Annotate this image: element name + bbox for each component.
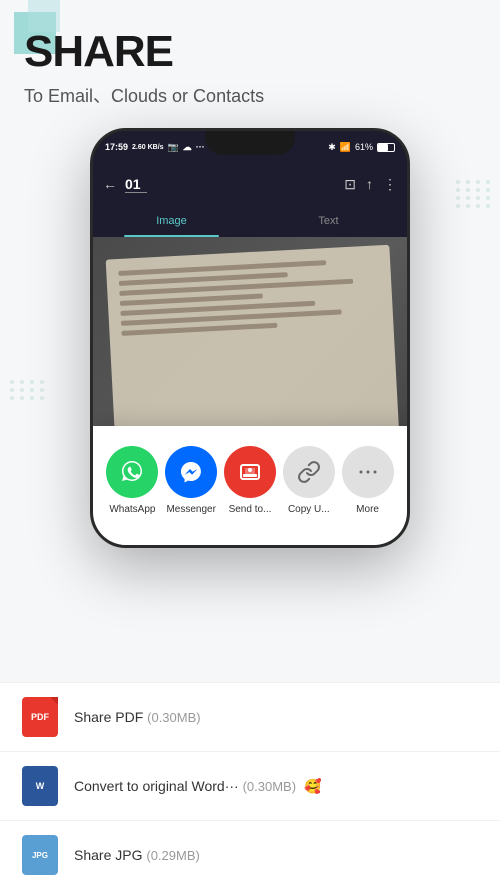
header: SHARE To Email、Clouds or Contacts <box>0 0 500 118</box>
more-icon[interactable]: ⋮ <box>383 176 397 193</box>
whatsapp-label: WhatsApp <box>109 504 155 515</box>
sendto-icon <box>224 446 276 498</box>
messenger-label: Messenger <box>166 504 215 515</box>
share-sheet: WhatsApp Messenger <box>93 426 407 545</box>
phone-container: 17:59 2.60 KB/s 📷 ☁ ··· ✱ 📶 61% ← 01 <box>0 128 500 548</box>
jpg-icon: JPG <box>20 835 60 875</box>
document-area: WhatsApp Messenger <box>93 237 407 545</box>
crop-icon[interactable]: ⊡ <box>344 176 356 193</box>
list-item-word-text: Convert to original Word··· (0.30MB) 🥰 <box>74 778 321 795</box>
more-icon <box>342 446 394 498</box>
app-bar: ← 01 ⊡ ↑ ⋮ <box>93 163 407 205</box>
phone-notch <box>205 131 295 155</box>
more-label: More <box>356 504 379 515</box>
app-bar-right: ⊡ ↑ ⋮ <box>344 176 397 193</box>
whatsapp-icon <box>106 446 158 498</box>
back-icon[interactable]: ← <box>103 176 117 192</box>
page-number: 01 <box>125 176 147 192</box>
page-divider <box>125 192 147 194</box>
bottom-list: PDF Share PDF (0.30MB) W Convert to orig… <box>0 682 500 889</box>
tab-text[interactable]: Text <box>250 205 407 237</box>
list-item-pdf[interactable]: PDF Share PDF (0.30MB) <box>0 682 500 751</box>
share-copy[interactable]: Copy U... <box>283 446 335 515</box>
list-item-pdf-text: Share PDF (0.30MB) <box>74 709 201 725</box>
pdf-icon: PDF <box>20 697 60 737</box>
app-bar-left: ← 01 <box>103 176 147 194</box>
list-item-jpg[interactable]: JPG Share JPG (0.29MB) <box>0 820 500 889</box>
sendto-label: Send to... <box>229 504 272 515</box>
page-title: SHARE <box>24 28 476 76</box>
share-messenger[interactable]: Messenger <box>165 446 217 515</box>
share-icons-row: WhatsApp Messenger <box>103 446 397 515</box>
status-time: 17:59 2.60 KB/s 📷 ☁ ··· <box>105 142 205 153</box>
phone-mockup: 17:59 2.60 KB/s 📷 ☁ ··· ✱ 📶 61% ← 01 <box>90 128 410 548</box>
messenger-icon <box>165 446 217 498</box>
list-item-jpg-text: Share JPG (0.29MB) <box>74 847 200 863</box>
share-whatsapp[interactable]: WhatsApp <box>106 446 158 515</box>
tab-image[interactable]: Image <box>93 205 250 237</box>
page-subtitle: To Email、Clouds or Contacts <box>24 82 476 108</box>
copy-label: Copy U... <box>288 504 330 515</box>
phone-tabs: Image Text <box>93 205 407 237</box>
list-item-word[interactable]: W Convert to original Word··· (0.30MB) 🥰 <box>0 751 500 820</box>
share-icon[interactable]: ↑ <box>366 176 373 192</box>
copy-icon <box>283 446 335 498</box>
share-more[interactable]: More <box>342 446 394 515</box>
status-indicators: ✱ 📶 61% <box>328 142 395 153</box>
share-sendto[interactable]: Send to... <box>224 446 276 515</box>
word-icon: W <box>20 766 60 806</box>
